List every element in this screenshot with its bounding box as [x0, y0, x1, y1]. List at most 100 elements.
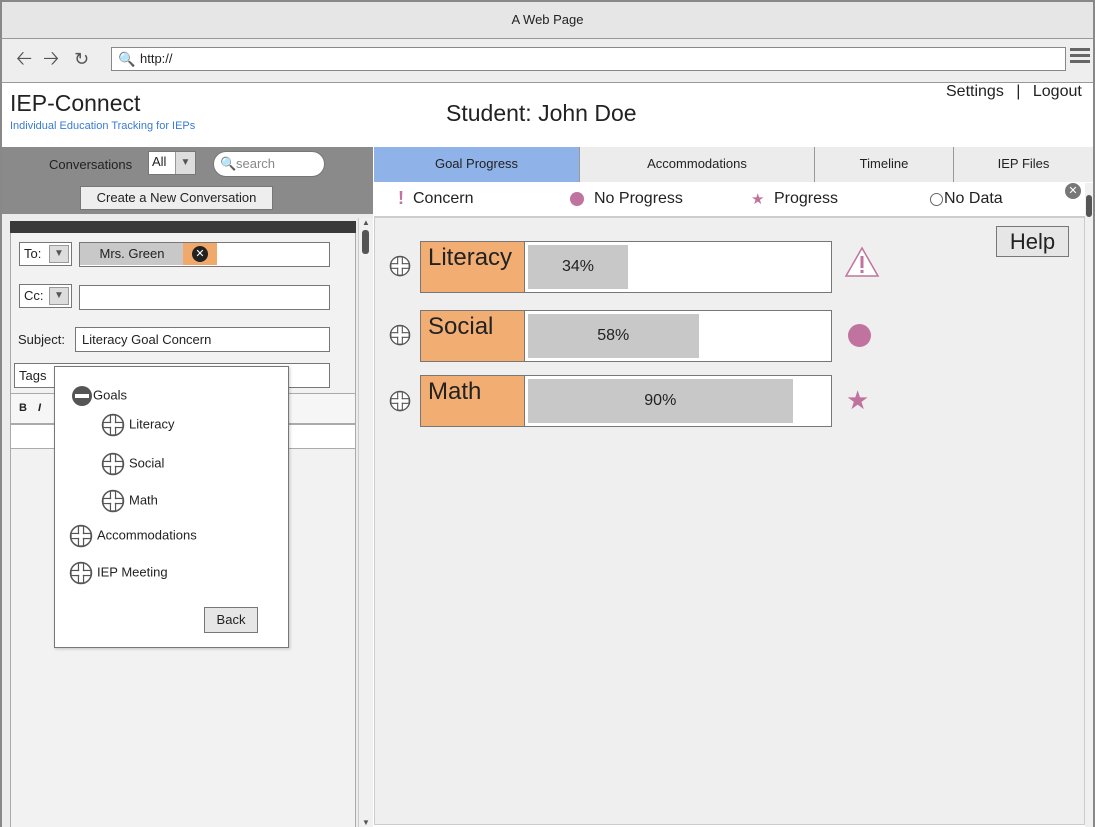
- legend-no-progress: No Progress: [594, 190, 683, 207]
- tab-accommodations[interactable]: Accommodations: [579, 147, 814, 182]
- window-title-bar: A Web Page: [0, 0, 1095, 39]
- progress-percent: 58%: [597, 327, 630, 344]
- tree-item-goals[interactable]: Goals: [71, 385, 127, 407]
- cc-label: Cc:: [24, 288, 44, 303]
- recipient-chip: Mrs. Green: [80, 243, 184, 265]
- app-subtitle: Individual Education Tracking for IEPs: [10, 120, 196, 132]
- to-dropdown[interactable]: To: ▼: [19, 242, 72, 266]
- goal-name: Math: [421, 376, 525, 426]
- chevron-down-icon: ▼: [49, 287, 69, 305]
- tab-bar: Goal Progress Accommodations Timeline IE…: [374, 147, 1093, 182]
- goal-row-social[interactable]: Social 58%: [420, 310, 832, 362]
- star-icon: ★: [846, 385, 870, 415]
- browser-nav-bar: 🡠 🡢 ↻ 🔍 http://: [0, 39, 1095, 83]
- legend-progress: Progress: [774, 190, 839, 207]
- tab-goal-progress[interactable]: Goal Progress: [374, 147, 579, 182]
- legend-concern: Concern: [413, 190, 474, 207]
- search-placeholder: search: [236, 156, 276, 171]
- app-title: IEP-Connect: [10, 90, 141, 116]
- tree-item-social[interactable]: Social: [101, 452, 164, 476]
- conversation-search-input[interactable]: 🔍 search: [213, 151, 325, 177]
- progress-percent: 34%: [561, 258, 594, 275]
- compose-header-bar: [10, 221, 356, 233]
- forward-arrow-icon[interactable]: 🡢: [43, 49, 59, 69]
- right-scrollbar[interactable]: [1085, 183, 1093, 827]
- italic-button[interactable]: I: [38, 402, 41, 414]
- conversation-filter-select[interactable]: All ▼: [148, 151, 196, 175]
- close-icon: ✕: [192, 246, 208, 262]
- back-button[interactable]: Back: [204, 607, 258, 633]
- collapse-icon[interactable]: [71, 385, 93, 407]
- goal-row-literacy[interactable]: Literacy 34%: [420, 241, 832, 293]
- cc-dropdown[interactable]: Cc: ▼: [19, 284, 72, 308]
- top-links: Settings | Logout: [946, 83, 1082, 101]
- chevron-down-icon: ▼: [175, 152, 195, 174]
- legend-no-data: No Data: [944, 190, 1003, 207]
- progress-percent: 90%: [644, 392, 677, 409]
- window-title: A Web Page: [511, 12, 584, 27]
- tab-iep-files[interactable]: IEP Files: [953, 147, 1093, 182]
- subject-field[interactable]: Literacy Goal Concern: [75, 327, 330, 352]
- expand-icon[interactable]: [101, 452, 125, 476]
- tree-item-label: IEP Meeting: [97, 564, 168, 580]
- star-icon: ★: [751, 191, 765, 208]
- scroll-thumb[interactable]: [362, 230, 369, 254]
- tree-item-iep-meeting[interactable]: IEP Meeting: [69, 561, 168, 585]
- scroll-thumb[interactable]: [1086, 195, 1092, 217]
- tree-item-label: Accommodations: [97, 527, 197, 543]
- progress-track: 34%: [528, 245, 828, 289]
- logout-link[interactable]: Logout: [1033, 83, 1082, 100]
- progress-track: 90%: [528, 379, 828, 423]
- scroll-up-icon[interactable]: ▲: [362, 218, 370, 227]
- expand-icon[interactable]: [389, 390, 411, 412]
- search-icon: 🔍: [220, 156, 237, 171]
- cc-field[interactable]: [79, 285, 330, 310]
- progress-track: 58%: [528, 314, 828, 358]
- hamburger-menu-icon[interactable]: [1070, 48, 1090, 66]
- tree-item-literacy[interactable]: Literacy: [101, 413, 175, 437]
- expand-icon[interactable]: [101, 413, 125, 437]
- warning-icon: [844, 246, 880, 277]
- scroll-down-icon[interactable]: ▼: [362, 818, 370, 827]
- tree-item-math[interactable]: Math: [101, 489, 158, 513]
- back-arrow-icon[interactable]: 🡠: [16, 49, 32, 69]
- link-separator: |: [1016, 83, 1021, 100]
- help-button[interactable]: Help: [996, 226, 1069, 257]
- reload-icon[interactable]: ↻: [74, 49, 89, 69]
- goal-row-math[interactable]: Math 90%: [420, 375, 832, 427]
- conversation-filter-value: All: [152, 154, 167, 169]
- student-name: Student: John Doe: [446, 100, 637, 126]
- create-conversation-button[interactable]: Create a New Conversation: [80, 186, 273, 210]
- status-legend: ! Concern No Progress ★ Progress No Data: [374, 182, 1093, 217]
- tree-item-label: Literacy: [129, 416, 175, 432]
- tag-picker-popup: Goals Literacy Social Math Accommodation…: [54, 366, 289, 648]
- tree-item-label: Social: [129, 455, 165, 471]
- goal-name: Social: [421, 311, 525, 361]
- tree-item-label: Math: [129, 492, 158, 508]
- empty-circle-icon: [930, 193, 943, 206]
- left-scrollbar[interactable]: ▲ ▼: [358, 218, 373, 827]
- expand-icon[interactable]: [69, 561, 93, 585]
- circle-icon: [848, 324, 871, 347]
- close-icon[interactable]: ✕: [1065, 183, 1081, 199]
- expand-icon[interactable]: [389, 324, 411, 346]
- exclamation-icon: !: [398, 188, 404, 208]
- conversations-label: Conversations: [49, 157, 133, 172]
- expand-icon[interactable]: [389, 255, 411, 277]
- tab-timeline[interactable]: Timeline: [814, 147, 953, 182]
- tree-item-label: Goals: [93, 387, 127, 403]
- expand-icon[interactable]: [69, 524, 93, 548]
- bold-button[interactable]: B: [19, 402, 27, 414]
- url-bar[interactable]: 🔍 http://: [111, 47, 1066, 71]
- tree-item-accommodations[interactable]: Accommodations: [69, 524, 197, 548]
- expand-icon[interactable]: [101, 489, 125, 513]
- url-text: http://: [140, 51, 173, 66]
- goal-progress-panel: [374, 217, 1085, 825]
- chevron-down-icon: ▼: [49, 245, 69, 263]
- remove-recipient-button[interactable]: ✕: [183, 243, 217, 265]
- to-label: To:: [24, 246, 42, 261]
- circle-icon: [570, 192, 584, 206]
- search-icon: 🔍: [118, 51, 136, 67]
- settings-link[interactable]: Settings: [946, 83, 1004, 100]
- goal-name: Literacy: [421, 242, 525, 292]
